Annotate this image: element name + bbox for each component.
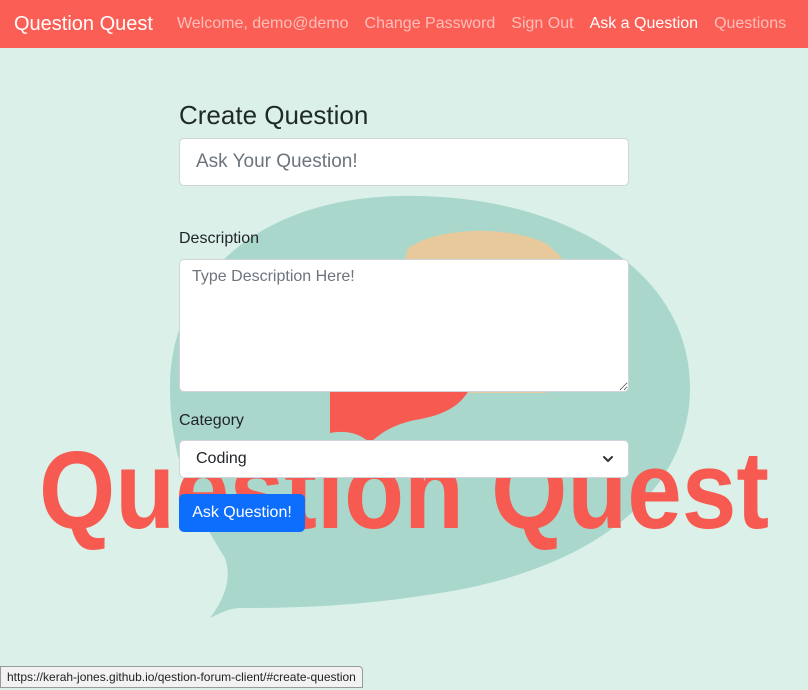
ask-question-button[interactable]: Ask Question!	[179, 494, 305, 532]
question-input[interactable]	[179, 138, 629, 186]
category-select[interactable]: Coding	[179, 440, 629, 478]
category-label: Category	[179, 412, 244, 429]
create-question-form: Create Question Description Category Cod…	[179, 96, 629, 532]
description-textarea[interactable]	[179, 259, 629, 392]
nav-questions[interactable]: Questions	[714, 15, 786, 33]
brand-link[interactable]: Question Quest	[14, 13, 153, 36]
page-title: Create Question	[179, 100, 369, 130]
chevron-down-icon	[603, 456, 613, 462]
nav-ask-question[interactable]: Ask a Question	[590, 15, 699, 33]
nav-change-password[interactable]: Change Password	[365, 15, 496, 33]
category-value: Coding	[196, 450, 247, 467]
status-bar-url: https://kerah-jones.github.io/qestion-fo…	[0, 666, 363, 688]
nav-sign-out[interactable]: Sign Out	[511, 15, 573, 33]
navbar: Question Quest Welcome, demo@demo Change…	[0, 0, 808, 48]
description-label: Description	[179, 230, 260, 247]
nav-welcome: Welcome, demo@demo	[176, 15, 349, 32]
